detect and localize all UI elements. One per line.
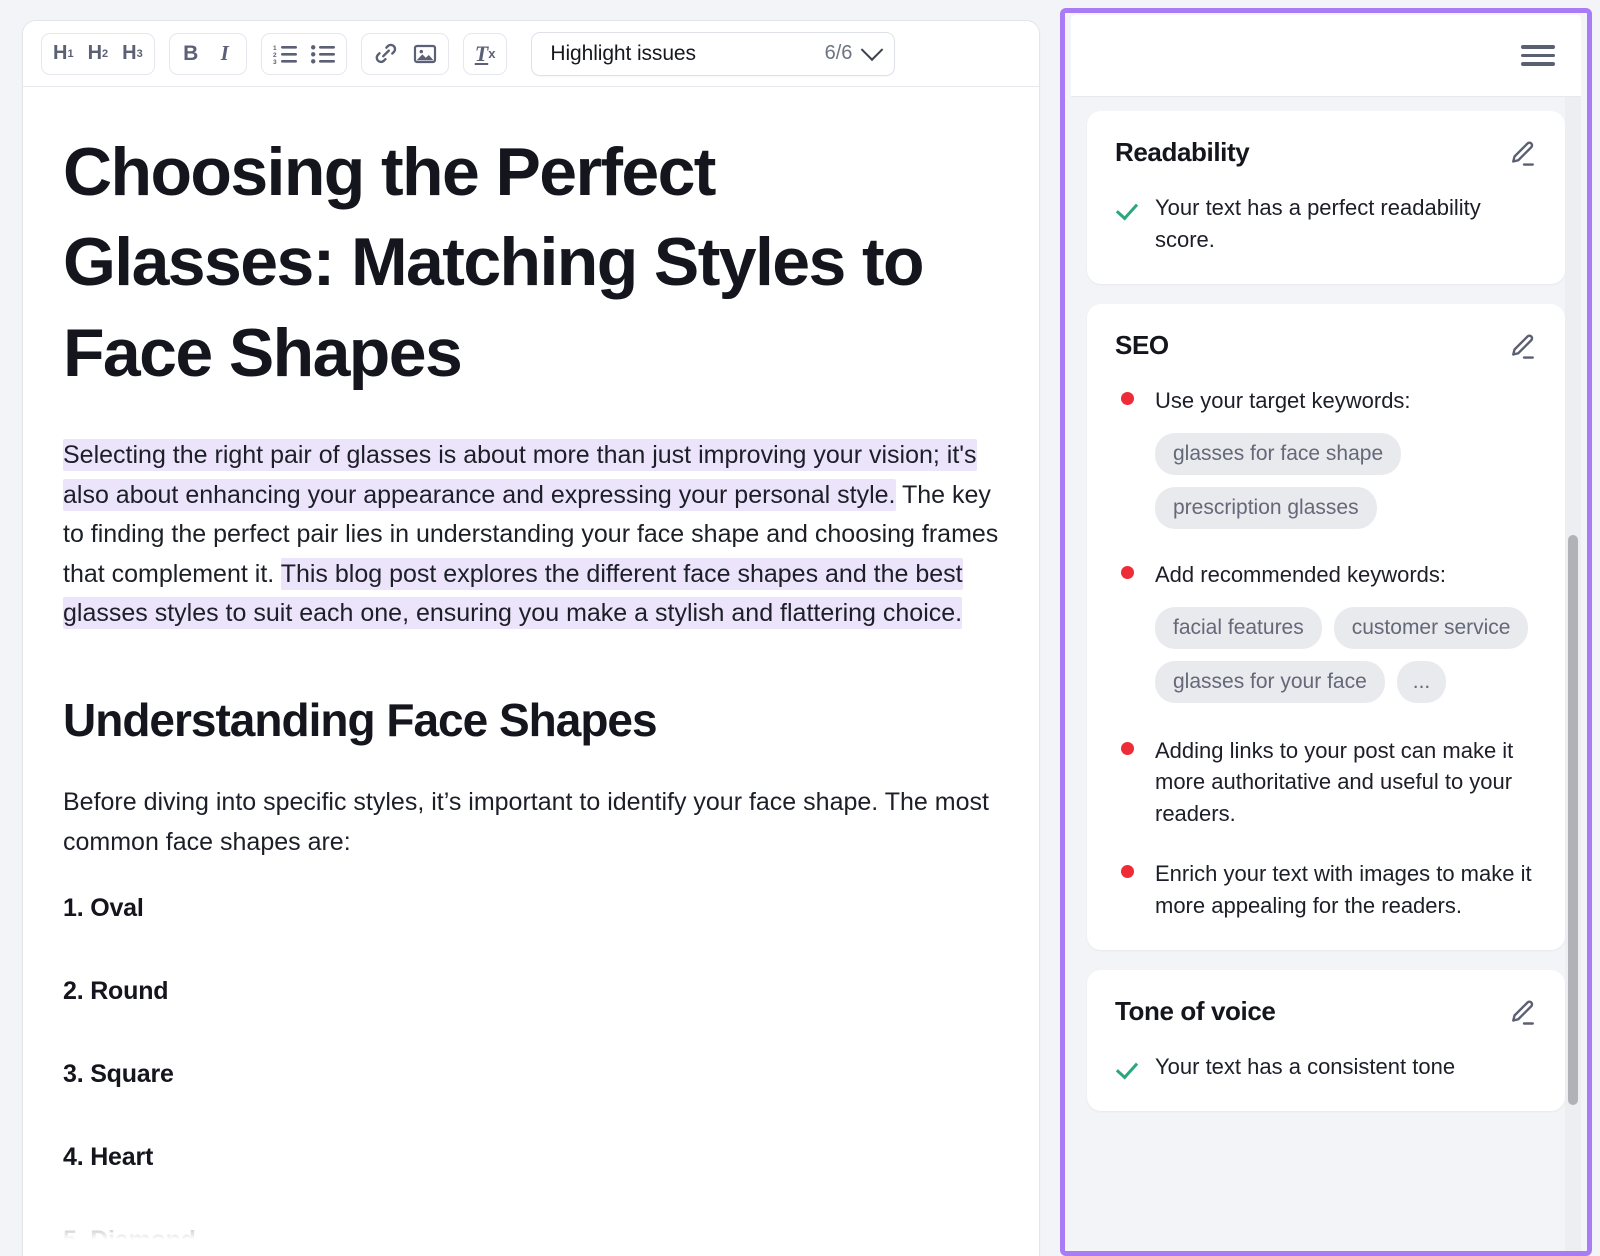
insert-group <box>360 32 449 75</box>
card-title: SEO <box>1115 329 1169 360</box>
keyword-chip[interactable]: customer service <box>1333 606 1529 649</box>
text-style-group: B I <box>168 32 247 75</box>
insight-item: Add recommended keywords: <box>1115 559 1537 591</box>
insight-text: Adding links to your post can make it mo… <box>1155 737 1514 827</box>
ordered-list-button[interactable]: 1 2 3 <box>266 37 304 71</box>
highlight-issues-label: Highlight issues <box>550 41 696 65</box>
tone-of-voice-card: Tone of voice Your text has a consistent… <box>1087 970 1565 1111</box>
issue-dot-icon <box>1115 559 1139 579</box>
panel-scrollbar-track[interactable] <box>1565 97 1581 1251</box>
check-icon <box>1115 192 1139 221</box>
heading-1-button[interactable]: H1 <box>46 37 81 71</box>
insight-cards: Readability Your text has a perfect read… <box>1065 97 1587 1111</box>
editor-panel: H1 H2 H3 B I 1 2 3 T x Highlight issues … <box>22 20 1040 1256</box>
card-header: SEO <box>1115 330 1537 367</box>
insight-text: Use your target keywords: <box>1155 387 1411 413</box>
panel-scrollbar-thumb[interactable] <box>1568 535 1578 1105</box>
list-group: 1 2 3 <box>260 32 347 75</box>
h1-sub: 1 <box>67 47 74 60</box>
clear-format-group: Tx <box>462 32 508 75</box>
clear-formatting-button[interactable]: Tx <box>468 37 503 71</box>
heading-3-button[interactable]: H3 <box>115 37 150 71</box>
keyword-chip[interactable]: glasses for face shape <box>1155 432 1402 475</box>
h2-sub: 2 <box>102 47 109 60</box>
insight-item: Adding links to your post can make it mo… <box>1115 735 1537 831</box>
panel-header <box>1071 15 1581 97</box>
insight-item: Enrich your text with images to make it … <box>1115 858 1537 922</box>
check-icon <box>1115 1051 1139 1080</box>
list-item[interactable]: 3. Square <box>63 1060 1001 1089</box>
insert-image-button[interactable] <box>406 37 444 71</box>
keyword-chip[interactable]: glasses for your face <box>1155 660 1385 703</box>
recommended-keyword-chips: facial features customer service glasses… <box>1155 606 1537 703</box>
card-header: Readability <box>1115 137 1537 174</box>
insight-text: Enrich your text with images to make it … <box>1155 861 1532 919</box>
assistant-panel: Readability Your text has a perfect read… <box>1065 13 1587 1251</box>
card-title: Readability <box>1115 137 1250 167</box>
section-heading[interactable]: Understanding Face Shapes <box>63 692 1001 750</box>
chevron-down-icon <box>861 37 884 61</box>
intro-paragraph[interactable]: Selecting the right pair of glasses is a… <box>63 436 1001 634</box>
bullet-list-button[interactable] <box>304 37 342 71</box>
heading-button-group: H1 H2 H3 <box>41 32 155 75</box>
list-item[interactable]: 2. Round <box>63 977 1001 1006</box>
highlight-issues-count: 6/6 <box>824 42 853 64</box>
h2-label: H <box>87 42 103 64</box>
insight-item: Use your target keywords: <box>1115 385 1537 417</box>
issue-dot-icon <box>1115 735 1139 755</box>
target-keyword-chips: glasses for face shape prescription glas… <box>1155 432 1537 529</box>
keyword-chip[interactable]: facial features <box>1155 606 1322 649</box>
insight-text: Your text has a perfect readability scor… <box>1155 195 1481 252</box>
insert-link-button[interactable] <box>366 37 406 71</box>
keyword-chip[interactable]: prescription glasses <box>1155 486 1377 529</box>
heading-2-button[interactable]: H2 <box>81 37 116 71</box>
app-root: H1 H2 H3 B I 1 2 3 T x Highlight issues … <box>0 0 1600 1256</box>
clear-format-label: T <box>474 40 489 66</box>
image-icon <box>413 42 437 66</box>
bullet-list-icon <box>310 43 335 65</box>
more-keywords-chip[interactable]: ... <box>1396 660 1447 703</box>
h1-label: H <box>53 42 68 64</box>
section-paragraph[interactable]: Before diving into specific styles, it’s… <box>63 783 1001 862</box>
insight-text: Add recommended keywords: <box>1155 561 1447 587</box>
svg-text:2: 2 <box>273 52 277 59</box>
insight-item: Your text has a perfect readability scor… <box>1115 192 1537 256</box>
card-title: Tone of voice <box>1115 996 1276 1027</box>
document-editor-area[interactable]: Choosing the Perfect Glasses: Matching S… <box>23 87 1039 1256</box>
face-shapes-list: 1. Oval 2. Round 3. Square 4. Heart 5. D… <box>63 894 1001 1255</box>
editor-toolbar: H1 H2 H3 B I 1 2 3 T x Highlight issues … <box>23 21 1039 87</box>
insight-text: Your text has a consistent tone <box>1155 1054 1456 1080</box>
highlight-issues-select[interactable]: Highlight issues 6/6 <box>531 31 896 76</box>
ordered-list-icon: 1 2 3 <box>273 43 297 65</box>
italic-button[interactable]: I <box>208 37 242 71</box>
clear-format-sub: x <box>488 46 496 61</box>
pencil-icon[interactable] <box>1507 998 1537 1033</box>
hamburger-menu-icon[interactable] <box>1521 40 1555 70</box>
list-item[interactable]: 4. Heart <box>63 1143 1001 1172</box>
readability-card: Readability Your text has a perfect read… <box>1087 111 1565 284</box>
svg-text:1: 1 <box>273 45 277 52</box>
svg-text:3: 3 <box>273 59 277 65</box>
pencil-icon[interactable] <box>1507 139 1537 174</box>
seo-card: SEO Use your target keywords: glasses fo… <box>1087 303 1565 951</box>
insight-item: Your text has a consistent tone <box>1115 1051 1537 1083</box>
issue-dot-icon <box>1115 385 1139 405</box>
document-title[interactable]: Choosing the Perfect Glasses: Matching S… <box>63 127 1001 398</box>
h3-sub: 3 <box>136 47 143 60</box>
h3-label: H <box>122 42 137 64</box>
assistant-panel-highlight-frame: Readability Your text has a perfect read… <box>1060 8 1592 1256</box>
bold-button[interactable]: B <box>174 37 208 71</box>
list-item[interactable]: 5. Diamond <box>63 1226 1001 1255</box>
highlighted-text-1[interactable]: Selecting the right pair of glasses is a… <box>63 439 977 511</box>
link-icon <box>373 42 399 66</box>
list-item[interactable]: 1. Oval <box>63 894 1001 923</box>
issue-dot-icon <box>1115 858 1139 879</box>
pencil-icon[interactable] <box>1507 332 1537 367</box>
card-header: Tone of voice <box>1115 996 1537 1033</box>
